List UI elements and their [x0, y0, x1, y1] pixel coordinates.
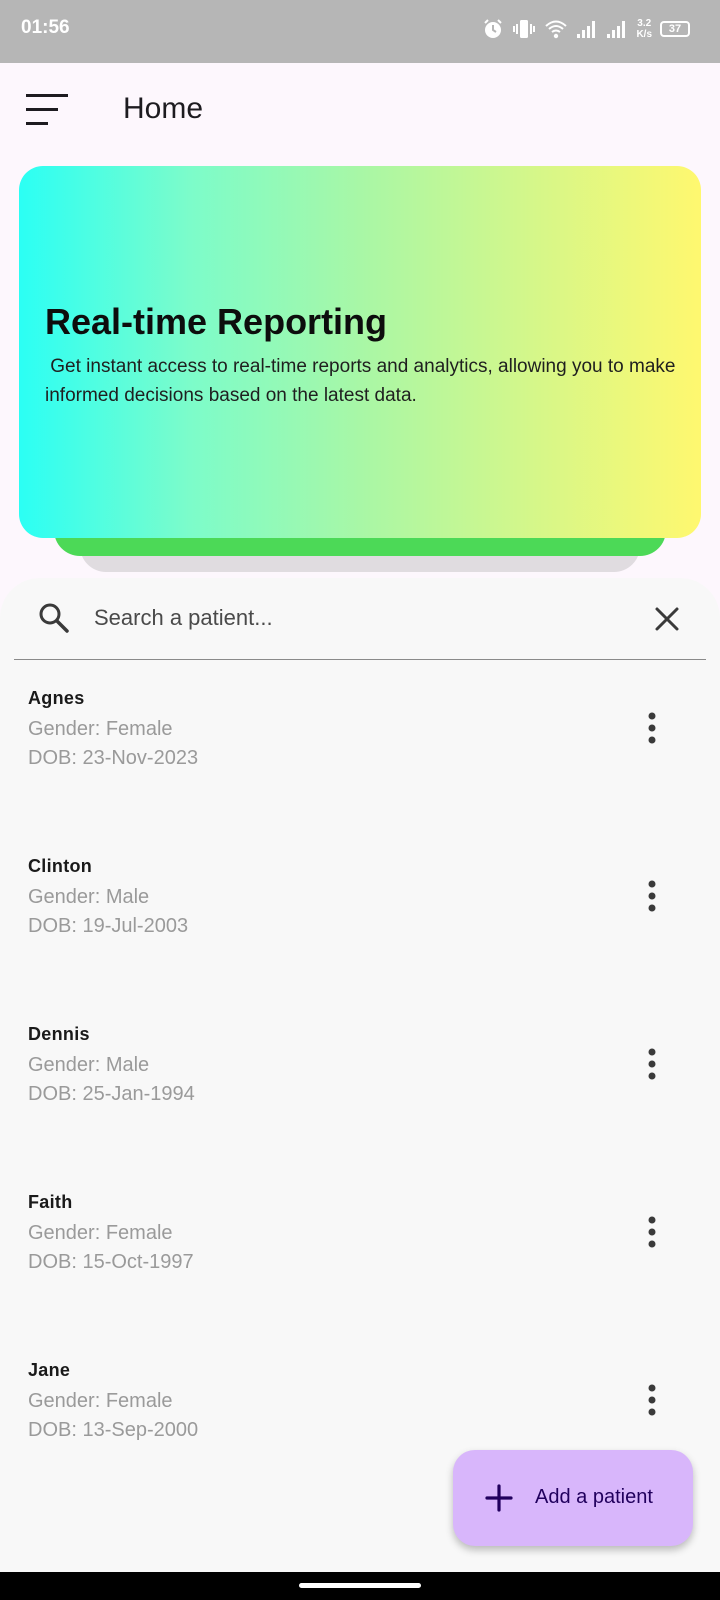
list-item[interactable]: Faith Gender: Female DOB: 15-Oct-1997	[0, 1182, 720, 1350]
signal-icon	[607, 21, 626, 38]
signal-icon	[577, 21, 596, 38]
patient-dob: DOB: 13-Sep-2000	[28, 1419, 199, 1441]
patient-name: Faith	[28, 1192, 73, 1212]
patient-dob: DOB: 23-Nov-2023	[28, 747, 199, 769]
network-speed-unit: K/s	[636, 29, 652, 40]
more-options-icon[interactable]	[640, 1382, 664, 1418]
battery-level: 37	[668, 23, 682, 35]
more-options-icon[interactable]	[640, 1214, 664, 1250]
home-indicator[interactable]	[299, 1583, 421, 1588]
search-input[interactable]	[94, 598, 614, 638]
banner-title: Real-time Reporting	[45, 301, 388, 342]
patient-list-sheet: Agnes Gender: Female DOB: 23-Nov-2023 Cl…	[0, 578, 720, 1572]
add-patient-label: Add a patient	[535, 1486, 653, 1508]
close-icon[interactable]	[654, 606, 680, 632]
patient-name: Jane	[28, 1360, 71, 1380]
vibrate-icon	[513, 20, 536, 38]
network-speed: 3.2 K/s	[636, 18, 652, 40]
patient-name: Clinton	[28, 856, 93, 876]
system-nav-bar	[0, 1572, 720, 1600]
patient-gender: Gender: Female	[28, 1222, 173, 1244]
reporting-banner[interactable]: Real-time Reporting Get instant access t…	[19, 166, 701, 538]
status-time: 01:56	[21, 17, 70, 38]
search-icon	[39, 603, 69, 633]
patient-dob: DOB: 25-Jan-1994	[28, 1083, 195, 1105]
patient-name: Agnes	[28, 688, 85, 708]
battery-icon: 37	[660, 21, 690, 37]
patient-list: Agnes Gender: Female DOB: 23-Nov-2023 Cl…	[0, 678, 720, 1518]
search-bar	[14, 578, 706, 660]
plus-icon	[485, 1484, 513, 1512]
patient-name: Dennis	[28, 1024, 90, 1044]
app-bar: Home	[0, 63, 720, 158]
wifi-icon	[545, 20, 568, 39]
add-patient-button[interactable]: Add a patient	[453, 1450, 693, 1546]
list-item[interactable]: Dennis Gender: Male DOB: 25-Jan-1994	[0, 1014, 720, 1182]
network-speed-value: 3.2	[637, 18, 652, 29]
patient-dob: DOB: 19-Jul-2003	[28, 915, 189, 937]
patient-dob: DOB: 15-Oct-1997	[28, 1251, 194, 1273]
list-item[interactable]: Clinton Gender: Male DOB: 19-Jul-2003	[0, 846, 720, 1014]
alarm-icon	[484, 19, 503, 38]
patient-gender: Gender: Female	[28, 1390, 173, 1412]
menu-icon[interactable]	[26, 94, 68, 128]
status-icons: 3.2 K/s 37	[482, 14, 690, 44]
status-bar: 01:56 3.2 K/s 37	[0, 0, 720, 63]
page-title: Home	[123, 92, 204, 125]
patient-gender: Gender: Male	[28, 1054, 150, 1076]
banner-description: Get instant access to real-time reports …	[45, 356, 681, 406]
patient-gender: Gender: Female	[28, 718, 173, 740]
more-options-icon[interactable]	[640, 1046, 664, 1082]
list-item[interactable]: Agnes Gender: Female DOB: 23-Nov-2023	[0, 678, 720, 846]
patient-gender: Gender: Male	[28, 886, 150, 908]
more-options-icon[interactable]	[640, 710, 664, 746]
more-options-icon[interactable]	[640, 878, 664, 914]
